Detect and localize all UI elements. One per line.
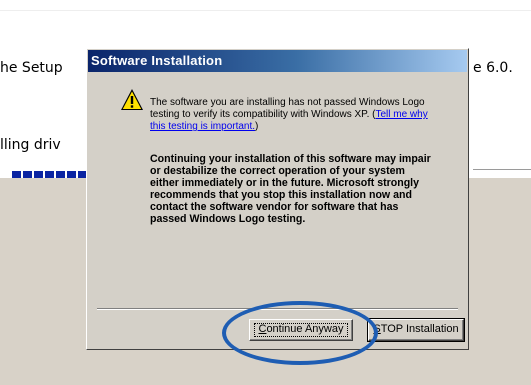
background-version-text: e 6.0. [473, 60, 513, 76]
stop-installation-button[interactable]: STOP Installation [367, 318, 465, 342]
dialog-title: Software Installation [91, 53, 223, 68]
warning-line: or destabilize the correct operation of … [150, 165, 405, 177]
highlight-circle-annotation [222, 301, 378, 365]
message-line: The software you are installing has not … [150, 97, 425, 108]
warning-line: contact the software vendor for software… [150, 201, 399, 213]
background-top-strip [0, 0, 531, 11]
background-divider [473, 169, 531, 170]
warning-line: either immediately or in the future. Mic… [150, 177, 420, 189]
stability-warning: Continuing your installation of this sof… [150, 153, 455, 225]
warning-line: recommends that you stop this installati… [150, 189, 412, 201]
background-setup-text: he Setup [0, 60, 63, 76]
background-installing-text: lling driv [0, 137, 61, 153]
message-line: testing to verify its compatibility with… [150, 109, 376, 120]
compatibility-message: The software you are installing has not … [150, 97, 450, 133]
message-close-paren: ) [255, 121, 259, 132]
stop-label: TOP Installation [380, 323, 459, 335]
warning-line: passed Windows Logo testing. [150, 213, 306, 225]
warning-line: Continuing your installation of this sof… [150, 153, 431, 165]
tell-me-why-link[interactable]: Tell me why [375, 109, 427, 120]
dialog-titlebar[interactable]: Software Installation [88, 50, 467, 72]
warning-triangle-icon [120, 88, 144, 112]
tell-me-why-link-cont[interactable]: this testing is important. [150, 121, 255, 132]
